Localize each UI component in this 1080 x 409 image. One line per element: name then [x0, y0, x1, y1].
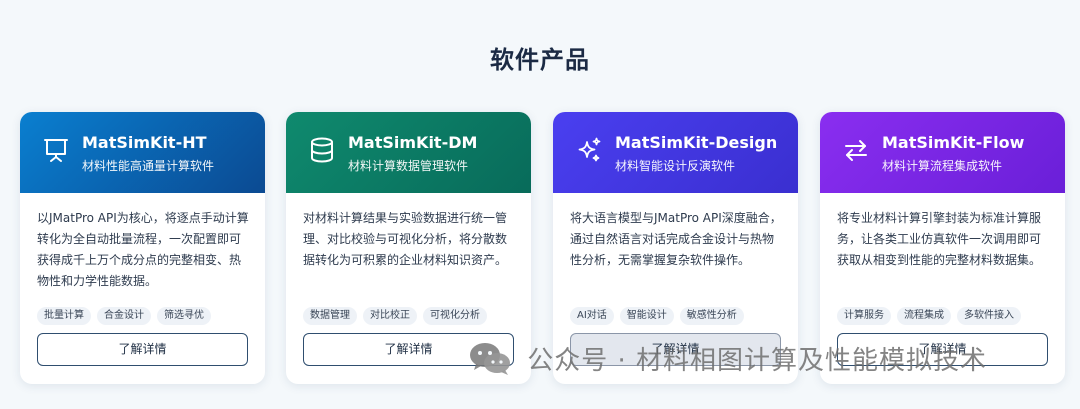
card-title: MatSimKit-Design	[615, 133, 778, 152]
card-description: 将大语言模型与JMatPro API深度融合，通过自然语言对话完成合金设计与热物…	[570, 211, 782, 267]
watermark: 公众号 · 材料相图计算及性能模拟技术	[468, 340, 987, 380]
tag: AI对话	[570, 307, 614, 325]
wechat-icon	[468, 341, 512, 377]
card-title: MatSimKit-HT	[82, 133, 207, 152]
tag: 敏感性分析	[679, 307, 744, 325]
tag: 智能设计	[619, 307, 674, 325]
arrows-exchange-icon	[842, 136, 870, 164]
database-icon	[308, 136, 336, 164]
card-header: MatSimKit-Flow 材料计算流程集成软件	[820, 112, 1065, 193]
card-header: MatSimKit-DM 材料计算数据管理软件	[286, 112, 531, 193]
card-subtitle: 材料计算数据管理软件	[348, 159, 469, 173]
card-header: MatSimKit-Design 材料智能设计反演软件	[553, 112, 798, 193]
tag: 流程集成	[897, 307, 951, 325]
tag: 批量计算	[37, 307, 91, 325]
section-title: 软件产品	[490, 46, 590, 74]
card-description: 对材料计算结果与实验数据进行统一管理、对比校验与可视化分析，将分散数据转化为可积…	[303, 211, 508, 267]
tag: 筛选寻优	[157, 307, 211, 325]
card-description: 以JMatPro API为核心，将逐点手动计算转化为全自动批量流程，一次配置即可…	[37, 211, 249, 288]
tag: 对比校正	[363, 307, 417, 325]
presentation-board-icon	[42, 136, 70, 164]
card-subtitle: 材料性能高通量计算软件	[82, 159, 215, 173]
tag: 合金设计	[97, 307, 151, 325]
card-tags: 批量计算 合金设计 筛选寻优	[37, 303, 217, 325]
tag: 可视化分析	[423, 307, 487, 325]
card-subtitle: 材料智能设计反演软件	[615, 159, 736, 173]
card-header: MatSimKit-HT 材料性能高通量计算软件	[20, 112, 265, 193]
card-tags: 计算服务 流程集成 多软件接入	[837, 303, 1027, 325]
tag: 多软件接入	[957, 307, 1021, 325]
product-card-ht: MatSimKit-HT 材料性能高通量计算软件 以JMatPro API为核心…	[20, 112, 265, 384]
tag: 数据管理	[303, 307, 357, 325]
card-title: MatSimKit-DM	[348, 133, 478, 152]
card-subtitle: 材料计算流程集成软件	[882, 159, 1003, 173]
tag: 计算服务	[837, 307, 891, 325]
card-title: MatSimKit-Flow	[882, 133, 1025, 152]
card-description: 将专业材料计算引擎封装为标准计算服务，让各类工业仿真软件一次调用即可获取从相变到…	[837, 211, 1042, 267]
sparkles-icon	[575, 136, 603, 164]
card-tags: AI对话 智能设计 敏感性分析	[570, 303, 750, 325]
watermark-text: 公众号 · 材料相图计算及性能模拟技术	[527, 346, 988, 376]
card-tags: 数据管理 对比校正 可视化分析	[303, 303, 493, 325]
learn-more-button[interactable]: 了解详情	[37, 333, 248, 366]
